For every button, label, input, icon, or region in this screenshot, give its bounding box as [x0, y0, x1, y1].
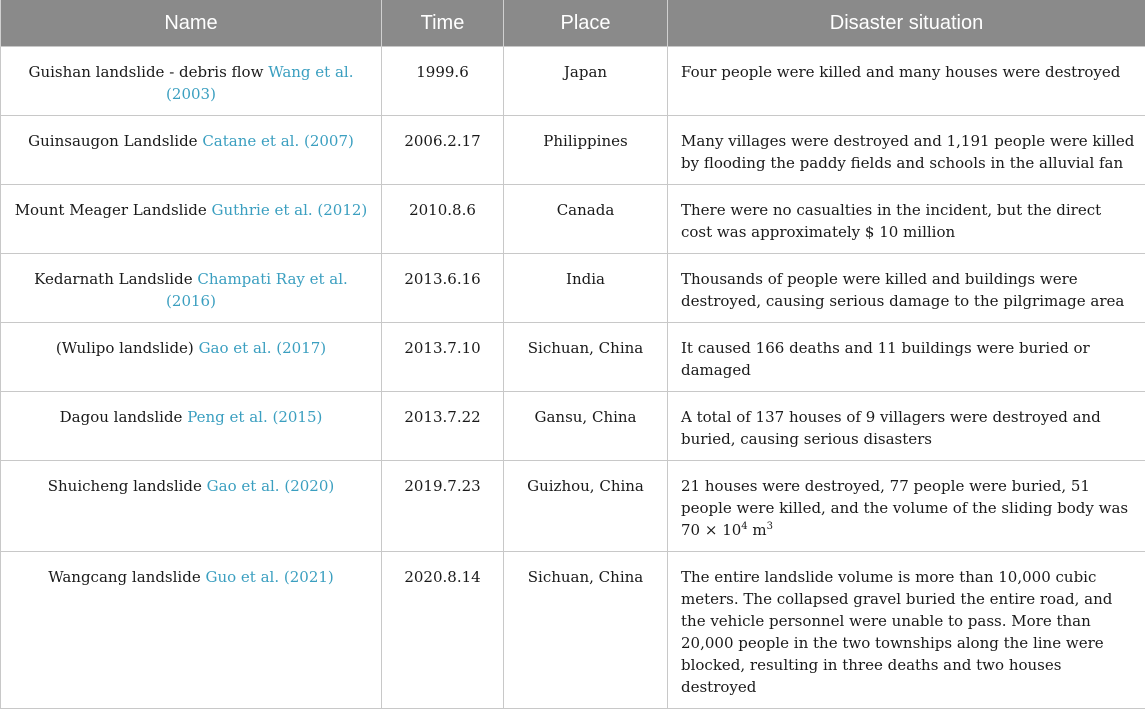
cell-time: 2013.7.22: [382, 392, 504, 461]
cell-name: Guinsaugon Landslide Catane et al. (2007…: [1, 116, 382, 185]
landslide-name: (Wulipo landslide): [56, 339, 194, 357]
header-row: Name Time Place Disaster situation: [1, 0, 1145, 47]
header-place: Place: [504, 0, 668, 47]
unit-exponent: 3: [767, 521, 773, 532]
table-row: Mount Meager Landslide Guthrie et al. (2…: [1, 185, 1145, 254]
landslide-name: Shuicheng landslide: [48, 477, 202, 495]
table-header: Name Time Place Disaster situation: [1, 0, 1145, 47]
header-situation: Disaster situation: [668, 0, 1145, 47]
table-row: Kedarnath Landslide Champati Ray et al. …: [1, 254, 1145, 323]
citation-link[interactable]: Gao et al. (2017): [199, 339, 327, 357]
cell-time: 2010.8.6: [382, 185, 504, 254]
cell-situation: Many villages were destroyed and 1,191 p…: [668, 116, 1145, 185]
cell-place: Sichuan, China: [504, 323, 668, 392]
cell-time: 2006.2.17: [382, 116, 504, 185]
table-row: Dagou landslide Peng et al. (2015) 2013.…: [1, 392, 1145, 461]
cell-name: Guishan landslide - debris flow Wang et …: [1, 47, 382, 116]
cell-time: 2013.7.10: [382, 323, 504, 392]
table-row: Guishan landslide - debris flow Wang et …: [1, 47, 1145, 116]
citation-link[interactable]: Gao et al. (2020): [207, 477, 335, 495]
table-row: Wangcang landslide Guo et al. (2021) 202…: [1, 552, 1145, 709]
table-row: Guinsaugon Landslide Catane et al. (2007…: [1, 116, 1145, 185]
citation-link[interactable]: Guthrie et al. (2012): [212, 201, 368, 219]
cell-place: Philippines: [504, 116, 668, 185]
citation-link[interactable]: Catane et al. (2007): [202, 132, 354, 150]
cell-name: Wangcang landslide Guo et al. (2021): [1, 552, 382, 709]
citation-link[interactable]: Champati Ray et al. (2016): [166, 270, 348, 310]
cell-situation: 21 houses were destroyed, 77 people were…: [668, 461, 1145, 552]
cell-time: 1999.6: [382, 47, 504, 116]
citation-link[interactable]: Peng et al. (2015): [187, 408, 322, 426]
cell-name: Dagou landslide Peng et al. (2015): [1, 392, 382, 461]
landslide-name: Mount Meager Landslide: [15, 201, 207, 219]
cell-place: Canada: [504, 185, 668, 254]
landslide-table: Name Time Place Disaster situation Guish…: [0, 0, 1145, 709]
landslide-name: Guishan landslide - debris flow: [28, 63, 263, 81]
header-time: Time: [382, 0, 504, 47]
cell-situation: There were no casualties in the incident…: [668, 185, 1145, 254]
cell-place: India: [504, 254, 668, 323]
cell-time: 2013.6.16: [382, 254, 504, 323]
cell-situation: It caused 166 deaths and 11 buildings we…: [668, 323, 1145, 392]
cell-place: Gansu, China: [504, 392, 668, 461]
cell-name: Shuicheng landslide Gao et al. (2020): [1, 461, 382, 552]
cell-situation: Four people were killed and many houses …: [668, 47, 1145, 116]
cell-place: Japan: [504, 47, 668, 116]
cell-situation: The entire landslide volume is more than…: [668, 552, 1145, 709]
citation-link[interactable]: Guo et al. (2021): [205, 568, 333, 586]
table-body: Guishan landslide - debris flow Wang et …: [1, 47, 1145, 709]
cell-time: 2020.8.14: [382, 552, 504, 709]
landslide-name: Wangcang landslide: [48, 568, 200, 586]
cell-situation: A total of 137 houses of 9 villagers wer…: [668, 392, 1145, 461]
landslide-name: Kedarnath Landslide: [34, 270, 192, 288]
cell-place: Guizhou, China: [504, 461, 668, 552]
header-name: Name: [1, 0, 382, 47]
cell-name: (Wulipo landslide) Gao et al. (2017): [1, 323, 382, 392]
table-row: (Wulipo landslide) Gao et al. (2017) 201…: [1, 323, 1145, 392]
cell-situation: Thousands of people were killed and buil…: [668, 254, 1145, 323]
cell-place: Sichuan, China: [504, 552, 668, 709]
cell-name: Mount Meager Landslide Guthrie et al. (2…: [1, 185, 382, 254]
landslide-name: Guinsaugon Landslide: [28, 132, 197, 150]
volume-unit: m: [748, 521, 767, 539]
landslide-name: Dagou landslide: [60, 408, 183, 426]
cell-name: Kedarnath Landslide Champati Ray et al. …: [1, 254, 382, 323]
table-row: Shuicheng landslide Gao et al. (2020) 20…: [1, 461, 1145, 552]
cell-time: 2019.7.23: [382, 461, 504, 552]
